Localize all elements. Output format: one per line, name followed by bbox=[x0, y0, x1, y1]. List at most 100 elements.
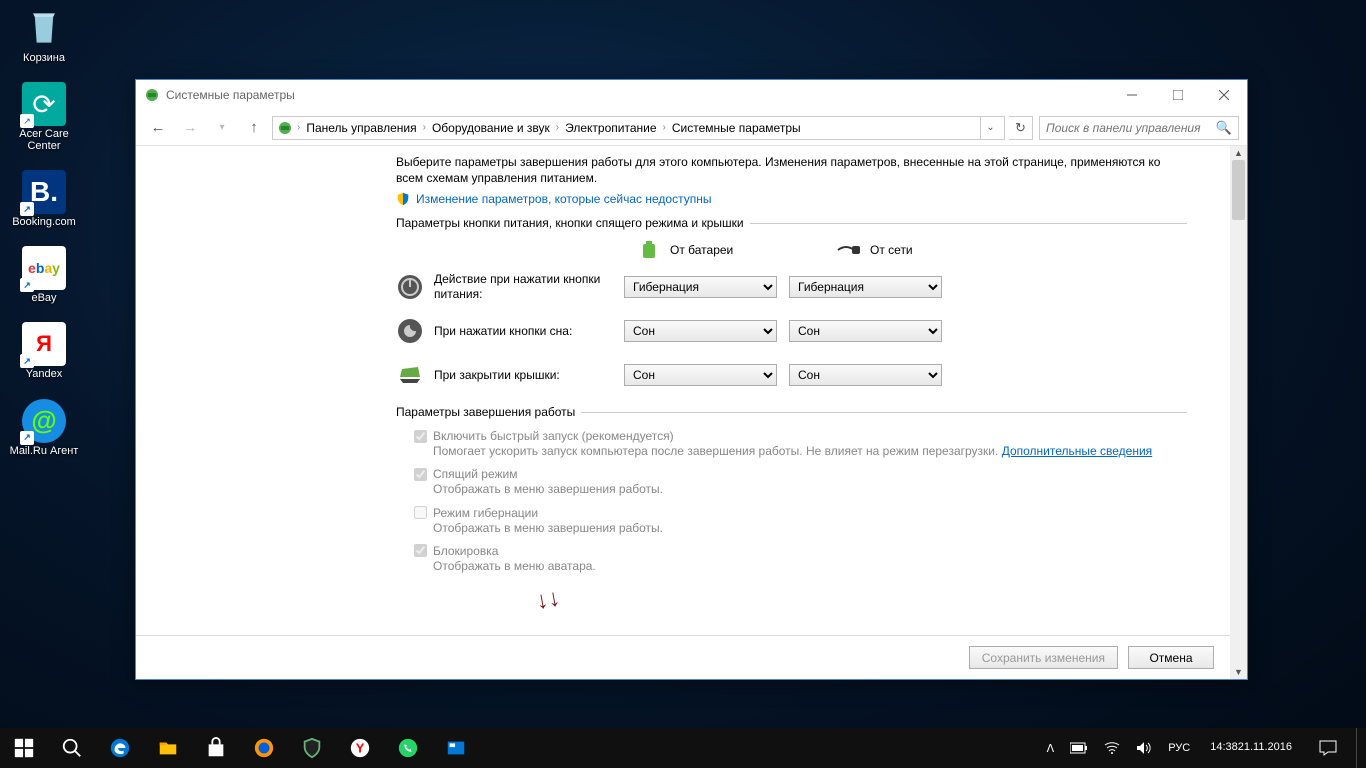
lid-close-icon bbox=[396, 361, 424, 389]
desktop-icon-label: Корзина bbox=[23, 52, 65, 64]
fast-startup-checkbox[interactable] bbox=[414, 430, 427, 443]
sleep-button-ac-select[interactable]: Сон bbox=[789, 320, 942, 342]
chevron-right-icon: › bbox=[297, 122, 300, 133]
scroll-up-button[interactable]: ▲ bbox=[1230, 146, 1247, 160]
search-input[interactable] bbox=[1046, 121, 1216, 135]
scroll-thumb[interactable] bbox=[1232, 160, 1245, 220]
desktop-icon-label: Mail.Ru Агент bbox=[10, 445, 79, 457]
nav-up-button[interactable]: ↑ bbox=[240, 114, 268, 142]
taskbar-store[interactable] bbox=[192, 728, 240, 768]
divider bbox=[581, 412, 1187, 413]
navbar: ← → ▾ ↑ › Панель управления › Оборудован… bbox=[136, 110, 1247, 146]
shortcut-arrow-icon: ↗ bbox=[20, 202, 34, 216]
desktop-icon-acer-care[interactable]: ⟳↗ Acer Care Center bbox=[8, 82, 80, 152]
tray-language[interactable]: РУС bbox=[1164, 728, 1194, 768]
breadcrumb[interactable]: Системные параметры bbox=[670, 121, 803, 135]
address-bar[interactable]: › Панель управления › Оборудование и зву… bbox=[272, 116, 1005, 140]
sleep-label: Спящий режим bbox=[433, 467, 517, 481]
search-button[interactable] bbox=[48, 728, 96, 768]
divider bbox=[750, 223, 1187, 224]
recycle-bin-icon bbox=[22, 6, 66, 50]
chevron-right-icon: › bbox=[556, 122, 559, 133]
uac-shield-icon bbox=[396, 192, 410, 206]
row-label-lid-close: При закрытии крышки: bbox=[434, 368, 624, 382]
chevron-right-icon: › bbox=[663, 122, 666, 133]
section-title: Параметры кнопки питания, кнопки спящего… bbox=[396, 216, 744, 230]
content-area: Выберите параметры завершения работы для… bbox=[136, 146, 1247, 679]
breadcrumb[interactable]: Электропитание bbox=[563, 121, 658, 135]
yandex-icon: Я↗ bbox=[22, 322, 66, 366]
show-desktop-button[interactable] bbox=[1356, 728, 1362, 768]
start-button[interactable] bbox=[0, 728, 48, 768]
lock-desc: Отображать в меню аватара. bbox=[433, 558, 1187, 574]
desktop-icon-recycle-bin[interactable]: Корзина bbox=[8, 6, 80, 64]
plug-icon bbox=[836, 240, 862, 260]
row-label-sleep-button: При нажатии кнопки сна: bbox=[434, 324, 624, 338]
tray-time: 14:38 bbox=[1210, 741, 1238, 754]
shortcut-arrow-icon: ↗ bbox=[20, 354, 34, 368]
battery-icon bbox=[636, 240, 662, 260]
power-button-battery-select[interactable]: Гибернация bbox=[624, 276, 777, 298]
window-title: Системные параметры bbox=[166, 88, 1109, 102]
sleep-desc: Отображать в меню завершения работы. bbox=[433, 481, 1187, 497]
search-box[interactable]: 🔍 bbox=[1039, 116, 1239, 140]
maximize-button[interactable] bbox=[1155, 80, 1201, 110]
taskbar-firefox[interactable] bbox=[240, 728, 288, 768]
change-unavailable-settings-link[interactable]: Изменение параметров, которые сейчас нед… bbox=[416, 192, 712, 206]
desktop-icon-ebay[interactable]: ebay↗ eBay bbox=[8, 246, 80, 304]
close-button[interactable] bbox=[1201, 80, 1247, 110]
taskbar-app[interactable] bbox=[432, 728, 480, 768]
tray-wifi-icon[interactable] bbox=[1100, 728, 1124, 768]
tray-volume-icon[interactable] bbox=[1132, 728, 1156, 768]
svg-text:Y: Y bbox=[356, 741, 365, 756]
desktop-icon-label: Booking.com bbox=[12, 216, 76, 228]
refresh-button[interactable]: ↻ bbox=[1009, 116, 1033, 140]
desktop-icon-mailru[interactable]: @↗ Mail.Ru Агент bbox=[8, 399, 80, 457]
desktop-icon-yandex[interactable]: Я↗ Yandex bbox=[8, 322, 80, 380]
breadcrumb[interactable]: Панель управления bbox=[304, 121, 418, 135]
intro-text: Выберите параметры завершения работы для… bbox=[396, 154, 1187, 186]
lid-close-battery-select[interactable]: Сон bbox=[624, 364, 777, 386]
power-options-icon bbox=[277, 120, 293, 136]
save-changes-button[interactable]: Сохранить изменения bbox=[969, 646, 1118, 669]
sleep-button-battery-select[interactable]: Сон bbox=[624, 320, 777, 342]
hand-drawn-arrow-annotation: ↓↓ bbox=[534, 584, 562, 616]
desktop-icon-label: eBay bbox=[31, 292, 56, 304]
button-bar: Сохранить изменения Отмена bbox=[136, 635, 1230, 679]
hibernate-desc: Отображать в меню завершения работы. bbox=[433, 520, 1187, 536]
lock-label: Блокировка bbox=[433, 544, 498, 558]
nav-forward-button[interactable]: → bbox=[176, 114, 204, 142]
desktop-icons: Корзина ⟳↗ Acer Care Center B.↗ Booking.… bbox=[8, 6, 80, 457]
tray-battery-icon[interactable] bbox=[1066, 728, 1092, 768]
lid-close-ac-select[interactable]: Сон bbox=[789, 364, 942, 386]
learn-more-link[interactable]: Дополнительные сведения bbox=[1002, 444, 1152, 458]
power-options-icon bbox=[144, 87, 160, 103]
scrollbar[interactable]: ▲ ▼ bbox=[1230, 146, 1247, 679]
minimize-button[interactable] bbox=[1109, 80, 1155, 110]
column-header-ac: От сети bbox=[870, 243, 913, 257]
taskbar-whatsapp[interactable] bbox=[384, 728, 432, 768]
tray-overflow-button[interactable]: ᐱ bbox=[1043, 728, 1059, 768]
nav-back-button[interactable]: ← bbox=[144, 114, 172, 142]
row-label-power-button: Действие при нажатии кнопки питания: bbox=[434, 272, 624, 301]
sleep-checkbox[interactable] bbox=[414, 468, 427, 481]
hibernate-checkbox[interactable] bbox=[414, 506, 427, 519]
taskbar-adguard[interactable] bbox=[288, 728, 336, 768]
desktop-icon-label: Yandex bbox=[26, 368, 63, 380]
tray-clock[interactable]: 14:3821.11.2016 bbox=[1202, 728, 1300, 768]
acer-care-icon: ⟳↗ bbox=[22, 82, 66, 126]
breadcrumb[interactable]: Оборудование и звук bbox=[430, 121, 552, 135]
taskbar-edge[interactable] bbox=[96, 728, 144, 768]
cancel-button[interactable]: Отмена bbox=[1128, 646, 1214, 669]
power-button-ac-select[interactable]: Гибернация bbox=[789, 276, 942, 298]
scroll-down-button[interactable]: ▼ bbox=[1230, 665, 1247, 679]
chevron-right-icon: › bbox=[423, 122, 426, 133]
tray-notifications-button[interactable] bbox=[1308, 728, 1348, 768]
taskbar-file-explorer[interactable] bbox=[144, 728, 192, 768]
ebay-icon: ebay↗ bbox=[22, 246, 66, 290]
address-dropdown-button[interactable]: ⌄ bbox=[980, 117, 1000, 139]
desktop-icon-booking[interactable]: B.↗ Booking.com bbox=[8, 170, 80, 228]
taskbar-yandex-browser[interactable]: Y bbox=[336, 728, 384, 768]
lock-checkbox[interactable] bbox=[414, 544, 427, 557]
nav-recent-button[interactable]: ▾ bbox=[208, 114, 236, 142]
